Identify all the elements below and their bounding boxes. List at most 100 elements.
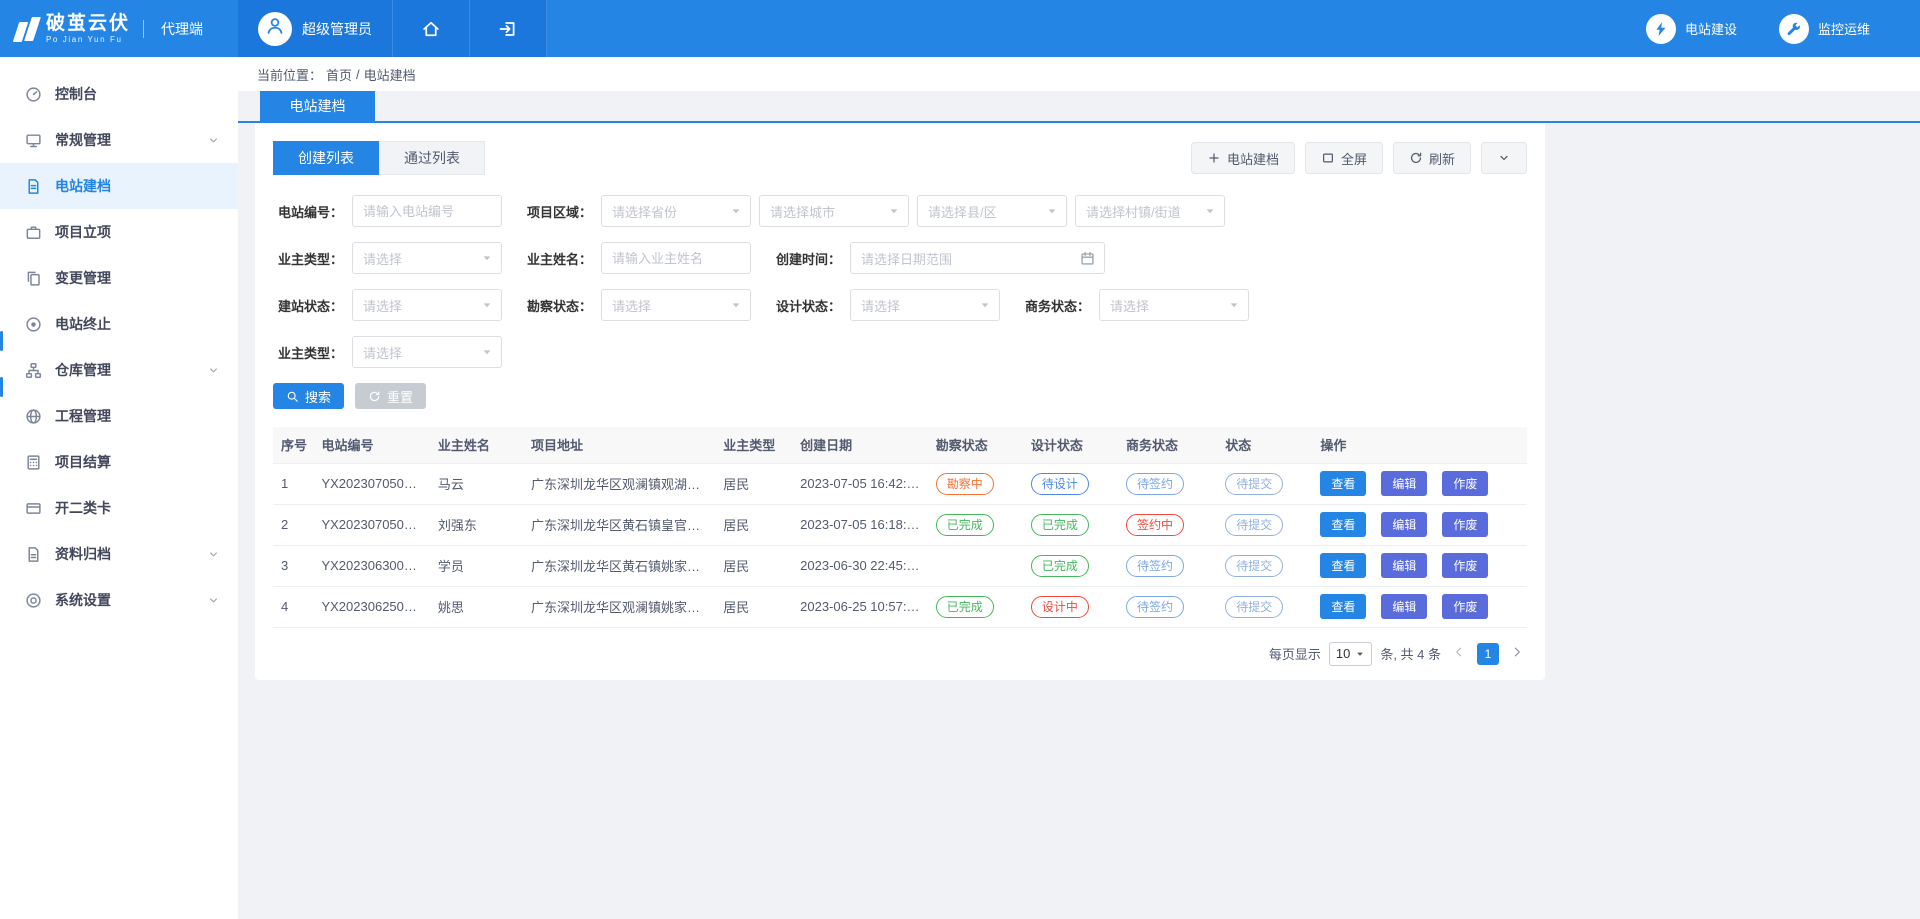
- view-button[interactable]: 查看: [1320, 512, 1366, 537]
- stations-table: 序号电站编号业主姓名项目地址业主类型创建日期勘察状态设计状态商务状态状态操作 1…: [273, 427, 1527, 628]
- status-badge: 待签约: [1126, 473, 1184, 495]
- owner-type-select[interactable]: 请选择: [352, 242, 502, 274]
- station-code-input[interactable]: [352, 195, 502, 227]
- sidebar-item-console[interactable]: 控制台: [0, 71, 238, 117]
- reset-button[interactable]: 重置: [355, 383, 426, 409]
- project-region-select-3[interactable]: 请选择县/区: [917, 195, 1067, 227]
- sidebar-item-type2-card[interactable]: 开二类卡: [0, 485, 238, 531]
- reset-button-label: 重置: [387, 387, 413, 406]
- status-badge: 勘察中: [936, 473, 994, 495]
- home-button[interactable]: [393, 0, 470, 57]
- search-button[interactable]: 搜索: [273, 383, 344, 409]
- cell-no: 4: [273, 586, 313, 627]
- column-header-4: 业主类型: [715, 427, 792, 463]
- project-region-select-4[interactable]: 请选择村镇/街道: [1075, 195, 1225, 227]
- filter-label: 业主类型：: [273, 249, 343, 268]
- stop-icon: [25, 316, 42, 333]
- refresh-button[interactable]: 刷新: [1393, 142, 1471, 174]
- sidebar-item-project-settlement[interactable]: 项目结算: [0, 439, 238, 485]
- status-badge: 待签约: [1126, 596, 1184, 618]
- breadcrumb-home-link[interactable]: 首页: [326, 65, 352, 84]
- cell-business-status: 待签约: [1118, 586, 1217, 627]
- doc-icon: [25, 178, 42, 195]
- sidebar-item-project-initiation[interactable]: 项目立项: [0, 209, 238, 255]
- cell-status-status: 待提交: [1217, 504, 1312, 545]
- owner-type-2-select[interactable]: 请选择: [352, 336, 502, 368]
- design-status-select[interactable]: 请选择: [850, 289, 1000, 321]
- pagination: 每页显示 10 条, 共 4 条 1: [273, 642, 1527, 666]
- edit-button[interactable]: 编辑: [1381, 594, 1427, 619]
- create-time-date[interactable]: 请选择日期范围: [850, 242, 1105, 274]
- table-row: 2YX2023070500010刘强东广东深圳龙华区黄石镇皇官大...居民202…: [273, 504, 1527, 545]
- business-status-select[interactable]: 请选择: [1099, 289, 1249, 321]
- cell-owner: 马云: [430, 463, 523, 504]
- sidebar-item-general-management[interactable]: 常规管理: [0, 117, 238, 163]
- sidebar-item-change-management[interactable]: 变更管理: [0, 255, 238, 301]
- list-tabs: 创建列表通过列表: [273, 141, 485, 175]
- header-nav-construction[interactable]: 电站建设: [1646, 14, 1737, 44]
- project-region-select-1[interactable]: 请选择省份: [601, 195, 751, 227]
- page-tab-station-filing[interactable]: 电站建档: [260, 91, 375, 121]
- status-badge: 待提交: [1225, 596, 1283, 618]
- sidebar-item-engineering-management[interactable]: 工程管理: [0, 393, 238, 439]
- page-size-select[interactable]: 10: [1329, 642, 1372, 666]
- view-button[interactable]: 查看: [1320, 594, 1366, 619]
- owner-name-input[interactable]: [601, 242, 751, 274]
- filter-row: 电站编号：项目区域：请选择省份请选择城市请选择县/区请选择村镇/街道: [273, 195, 1527, 227]
- project-region-select-2[interactable]: 请选择城市: [759, 195, 909, 227]
- add-station-button[interactable]: 电站建档: [1191, 142, 1295, 174]
- fullscreen-button[interactable]: 全屏: [1305, 142, 1383, 174]
- logout-button[interactable]: [470, 0, 547, 57]
- view-button[interactable]: 查看: [1320, 553, 1366, 578]
- caret-down-icon: [481, 346, 493, 358]
- header-nav-monitoring[interactable]: 监控运维: [1779, 14, 1870, 44]
- breadcrumb-separator: /: [356, 67, 360, 82]
- user-icon: [265, 16, 285, 41]
- cell-survey-status: 已完成: [928, 586, 1023, 627]
- sidebar-item-station-termination[interactable]: 电站终止: [0, 301, 238, 347]
- sidebar-item-label: 变更管理: [55, 268, 111, 288]
- sidebar-item-label: 系统设置: [55, 590, 111, 610]
- survey-status-select[interactable]: 请选择: [601, 289, 751, 321]
- next-page-button[interactable]: [1507, 645, 1527, 662]
- table-header-row: 序号电站编号业主姓名项目地址业主类型创建日期勘察状态设计状态商务状态状态操作: [273, 427, 1527, 463]
- logo-text: 破茧云伏 Po Jian Yun Fu: [46, 14, 130, 44]
- caret-down-icon: [888, 205, 900, 217]
- collapse-button[interactable]: [1481, 142, 1527, 174]
- sidebar-item-data-archiving[interactable]: 资料归档: [0, 531, 238, 577]
- wrench-icon: [1779, 14, 1809, 44]
- copy-icon: [25, 270, 42, 287]
- cell-owner: 刘强东: [430, 504, 523, 545]
- chevron-right-icon: [1510, 645, 1524, 662]
- void-button[interactable]: 作废: [1442, 594, 1488, 619]
- table-row: 1YX2023070500011马云广东深圳龙华区观澜镇观湖路...居民2023…: [273, 463, 1527, 504]
- cell-created: 2023-07-05 16:42:22: [792, 463, 928, 504]
- sidebar-item-system-settings[interactable]: 系统设置: [0, 577, 238, 623]
- edit-button[interactable]: 编辑: [1381, 512, 1427, 537]
- filter-row: 业主类型：请选择业主姓名：创建时间：请选择日期范围: [273, 242, 1527, 274]
- page-size-value: 10: [1336, 646, 1350, 661]
- placeholder-text: 请选择: [1110, 296, 1149, 315]
- tab-passed-list[interactable]: 通过列表: [379, 141, 485, 175]
- edit-button[interactable]: 编辑: [1381, 471, 1427, 496]
- void-button[interactable]: 作废: [1442, 512, 1488, 537]
- column-header-10: 操作: [1312, 427, 1527, 463]
- edit-button[interactable]: 编辑: [1381, 553, 1427, 578]
- void-button[interactable]: 作废: [1442, 471, 1488, 496]
- tab-create-list[interactable]: 创建列表: [273, 141, 379, 175]
- sidebar-item-warehouse-management[interactable]: 仓库管理: [0, 347, 238, 393]
- status-badge: 已完成: [936, 596, 994, 618]
- user-menu[interactable]: 超级管理员: [238, 0, 393, 57]
- void-button[interactable]: 作废: [1442, 553, 1488, 578]
- cell-address: 广东深圳龙华区黄石镇姚家庄...: [523, 545, 715, 586]
- sidebar-item-station-filing[interactable]: 电站建档: [0, 163, 238, 209]
- current-page[interactable]: 1: [1477, 643, 1499, 665]
- cell-code: YX2023070500011: [313, 463, 429, 504]
- calc-icon: [25, 454, 42, 471]
- filter-label: 设计状态：: [771, 296, 841, 315]
- placeholder-text: 请选择: [861, 296, 900, 315]
- build-status-select[interactable]: 请选择: [352, 289, 502, 321]
- view-button[interactable]: 查看: [1320, 471, 1366, 496]
- prev-page-button[interactable]: [1449, 645, 1469, 662]
- logo[interactable]: 破茧云伏 Po Jian Yun Fu 代理端: [0, 0, 238, 57]
